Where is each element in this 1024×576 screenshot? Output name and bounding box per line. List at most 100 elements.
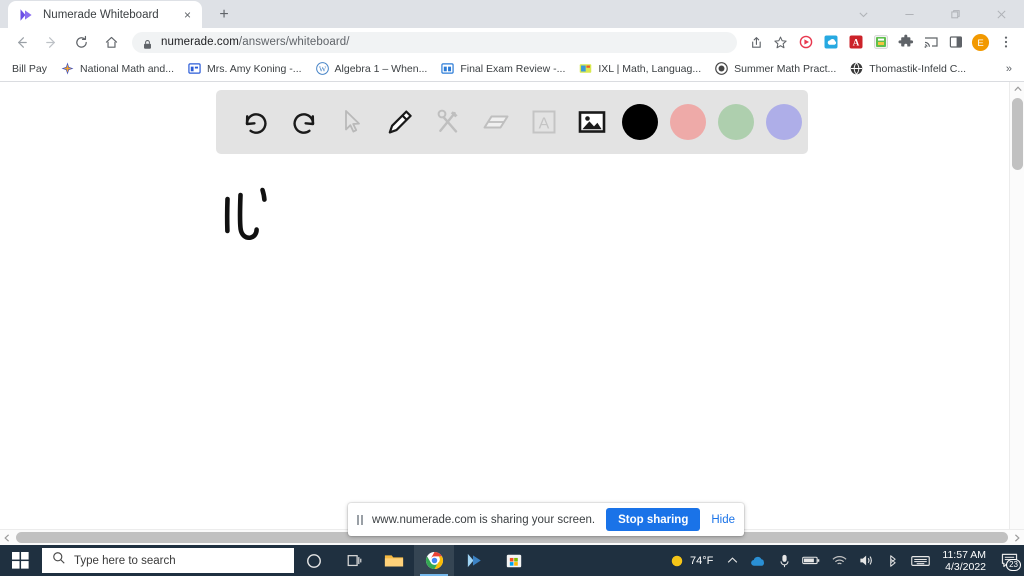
profile-avatar[interactable]: E xyxy=(969,31,992,54)
cast-icon[interactable] xyxy=(919,31,942,54)
home-button[interactable] xyxy=(98,29,124,55)
file-explorer-icon[interactable] xyxy=(374,545,414,576)
color-swatch-black-wrap xyxy=(616,104,664,140)
system-tray: 74°F 11:57 AM 4/3/2022 23 xyxy=(666,545,1024,576)
bookmark-label: IXL | Math, Languag... xyxy=(598,62,702,75)
color-swatch-black[interactable] xyxy=(622,104,658,140)
onedrive-icon[interactable] xyxy=(744,545,773,576)
bookmark-item[interactable]: Final Exam Review -... xyxy=(435,59,571,79)
numerade-app-icon[interactable] xyxy=(454,545,494,576)
bookmark-label: Bill Pay xyxy=(12,62,48,75)
minimize-icon[interactable] xyxy=(886,0,932,28)
bookmark-star-icon[interactable] xyxy=(769,31,792,54)
adobe-acrobat-extension-icon[interactable]: A xyxy=(844,31,867,54)
cortana-icon[interactable] xyxy=(294,545,334,576)
color-swatch-purple[interactable] xyxy=(766,104,802,140)
globe-icon xyxy=(850,62,863,75)
microphone-icon[interactable] xyxy=(773,545,796,576)
whiteboard-page: A xyxy=(0,82,1024,545)
bluetooth-pen-icon[interactable] xyxy=(880,545,905,576)
bookmark-item[interactable]: Thomastik-Infeld C... xyxy=(844,59,972,79)
browser-toolbar: numerade.com/answers/whiteboard/ A E xyxy=(0,28,1024,56)
close-window-icon[interactable] xyxy=(978,0,1024,28)
star-burst-icon xyxy=(61,62,74,75)
search-input[interactable]: Type here to search xyxy=(42,548,294,573)
bookmark-label: Final Exam Review -... xyxy=(460,62,566,75)
bookmark-item[interactable]: Bill Pay xyxy=(6,59,53,79)
undo-icon[interactable] xyxy=(232,98,280,146)
browser-tab-strip: Numerade Whiteboard × + xyxy=(0,0,1024,28)
cloud-extension-icon[interactable] xyxy=(819,31,842,54)
eraser-icon[interactable] xyxy=(472,98,520,146)
hide-button[interactable]: Hide xyxy=(711,514,735,526)
reload-button[interactable] xyxy=(68,29,94,55)
bookmarks-overflow-button[interactable]: » xyxy=(1000,63,1018,75)
bookmark-item[interactable]: W Algebra 1 – When... xyxy=(310,59,434,79)
search-icon xyxy=(52,551,66,570)
new-tab-button[interactable]: + xyxy=(211,2,237,28)
action-center-icon[interactable]: 23 xyxy=(994,545,1024,576)
pencil-icon[interactable] xyxy=(376,98,424,146)
wifi-icon[interactable] xyxy=(826,545,853,576)
microsoft-store-icon[interactable] xyxy=(494,545,534,576)
bookmark-item[interactable]: IXL | Math, Languag... xyxy=(573,59,707,79)
back-button[interactable] xyxy=(8,29,34,55)
wordpress-icon: W xyxy=(315,62,329,75)
text-tool-icon[interactable]: A xyxy=(520,98,568,146)
bookmarks-bar: Bill Pay National Math and... Mrs. Amy K… xyxy=(0,56,1024,82)
url-domain: numerade.com xyxy=(161,36,239,48)
grammar-extension-icon[interactable] xyxy=(869,31,892,54)
address-bar[interactable]: numerade.com/answers/whiteboard/ xyxy=(132,31,737,53)
vertical-scrollbar-thumb[interactable] xyxy=(1012,98,1023,170)
stop-sharing-button[interactable]: Stop sharing xyxy=(606,508,701,531)
tab-search-chevron-icon[interactable] xyxy=(840,0,886,28)
color-swatch-pink[interactable] xyxy=(670,104,706,140)
globe-dark-icon xyxy=(715,62,728,75)
battery-icon[interactable] xyxy=(796,545,826,576)
pause-icon[interactable] xyxy=(357,514,363,525)
forward-button[interactable] xyxy=(38,29,64,55)
chrome-icon[interactable] xyxy=(414,545,454,576)
keyboard-icon[interactable] xyxy=(905,545,936,576)
sun-icon xyxy=(670,554,684,568)
bookmark-label: Summer Math Pract... xyxy=(734,62,837,75)
weather-widget[interactable]: 74°F xyxy=(666,554,721,568)
color-swatch-green[interactable] xyxy=(718,104,754,140)
lock-icon xyxy=(142,37,153,49)
screen-share-bar: www.numerade.com is sharing your screen.… xyxy=(348,503,745,536)
image-tool-icon[interactable] xyxy=(568,98,616,146)
bookmark-label: National Math and... xyxy=(80,62,174,75)
volume-icon[interactable] xyxy=(853,545,880,576)
columns-icon xyxy=(441,62,455,75)
color-swatch-pink-wrap xyxy=(664,104,712,140)
scroll-right-arrow-icon[interactable] xyxy=(1010,530,1024,545)
whiteboard-toolbar: A xyxy=(216,90,808,154)
svg-text:A: A xyxy=(852,38,859,48)
cursor-select-icon[interactable] xyxy=(328,98,376,146)
chrome-menu-icon[interactable] xyxy=(994,31,1017,54)
task-view-icon[interactable] xyxy=(334,545,374,576)
address-bar-url: numerade.com/answers/whiteboard/ xyxy=(161,36,350,48)
bookmark-label: Algebra 1 – When... xyxy=(334,62,428,75)
bookmark-item[interactable]: National Math and... xyxy=(55,59,180,79)
start-button[interactable] xyxy=(0,545,40,576)
vertical-scrollbar[interactable] xyxy=(1009,82,1024,545)
bookmark-label: Thomastik-Infeld C... xyxy=(869,62,967,75)
share-icon[interactable] xyxy=(744,31,767,54)
extensions-puzzle-icon[interactable] xyxy=(894,31,917,54)
split-screen-icon[interactable] xyxy=(944,31,967,54)
browser-tab[interactable]: Numerade Whiteboard × xyxy=(8,1,202,28)
scroll-up-arrow-icon[interactable] xyxy=(1010,82,1024,96)
show-hidden-icons-chevron[interactable] xyxy=(721,545,744,576)
window-controls xyxy=(840,0,1024,28)
maximize-icon[interactable] xyxy=(932,0,978,28)
scroll-left-arrow-icon[interactable] xyxy=(0,530,14,545)
bookmark-item[interactable]: Mrs. Amy Koning -... xyxy=(182,59,308,79)
taskbar-clock[interactable]: 11:57 AM 4/3/2022 xyxy=(936,545,994,576)
close-icon[interactable]: × xyxy=(179,6,196,23)
redo-icon[interactable] xyxy=(280,98,328,146)
shapes-tools-icon[interactable] xyxy=(424,98,472,146)
numerade-extension-icon[interactable] xyxy=(794,31,817,54)
bookmark-label: Mrs. Amy Koning -... xyxy=(207,62,302,75)
bookmark-item[interactable]: Summer Math Pract... xyxy=(709,59,842,79)
